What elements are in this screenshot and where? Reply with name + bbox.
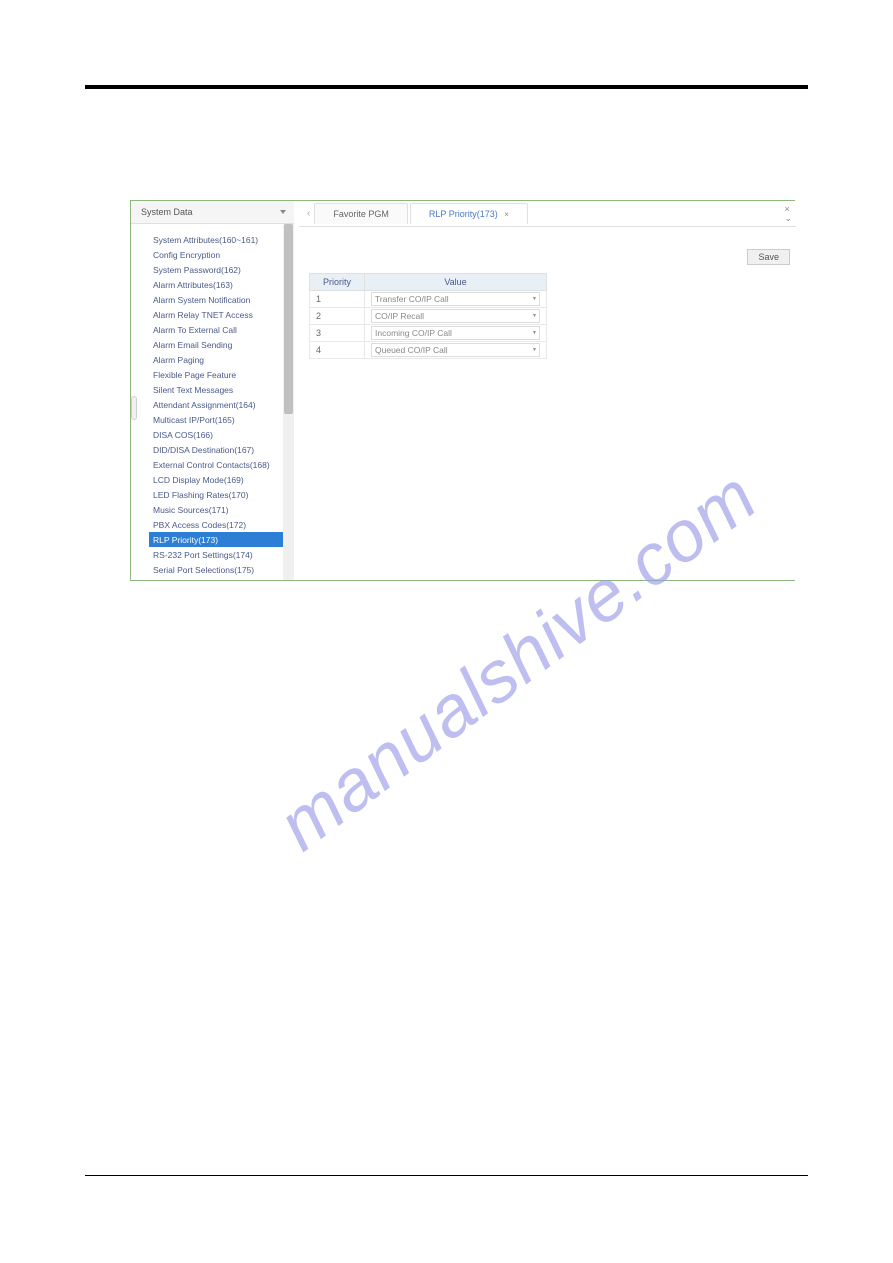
close-icon[interactable]: × [500, 210, 509, 219]
sidebar-list: System Attributes(160~161) Config Encryp… [131, 224, 294, 580]
value-select[interactable]: Queued CO/IP Call [371, 343, 540, 357]
tab-label: Favorite PGM [333, 209, 389, 219]
sidebar-item-alarm-system-notification[interactable]: Alarm System Notification [149, 292, 294, 307]
tab-dropdown-icon[interactable]: ⌄ [784, 214, 792, 223]
main-panel: ‹ Favorite PGM RLP Priority(173) × × ⌄ S… [299, 201, 796, 580]
page-bottom-rule [85, 1175, 808, 1176]
tab-bar: ‹ Favorite PGM RLP Priority(173) × × ⌄ [299, 201, 796, 227]
col-priority: Priority [310, 274, 365, 291]
table-row: 1 Transfer CO/IP Call [310, 291, 547, 308]
table-row: 2 CO/IP Recall [310, 308, 547, 325]
save-button[interactable]: Save [747, 249, 790, 265]
cell-priority: 3 [310, 325, 365, 342]
sidebar-scrollbar-track[interactable] [283, 224, 294, 580]
page-top-rule [85, 85, 808, 89]
sidebar-item-system-password[interactable]: System Password(162) [149, 262, 294, 277]
sidebar-item-alarm-relay-tnet[interactable]: Alarm Relay TNET Access [149, 307, 294, 322]
sidebar: System Data System Attributes(160~161) C… [131, 201, 294, 580]
sidebar-item-music-sources[interactable]: Music Sources(171) [149, 502, 294, 517]
table-row: 4 Queued CO/IP Call [310, 342, 547, 359]
tab-controls: × ⌄ [784, 205, 792, 223]
sidebar-item-config-encryption[interactable]: Config Encryption [149, 247, 294, 262]
sidebar-item-flexible-page[interactable]: Flexible Page Feature [149, 367, 294, 382]
value-select[interactable]: CO/IP Recall [371, 309, 540, 323]
sidebar-title: System Data [141, 207, 193, 217]
sidebar-collapse-handle[interactable] [131, 396, 137, 420]
priority-table: Priority Value 1 Transfer CO/IP Call 2 C… [309, 273, 547, 359]
sidebar-item-multicast-ip-port[interactable]: Multicast IP/Port(165) [149, 412, 294, 427]
sidebar-item-pbx-access-codes[interactable]: PBX Access Codes(172) [149, 517, 294, 532]
tab-label: RLP Priority(173) [429, 209, 498, 219]
cell-priority: 2 [310, 308, 365, 325]
sidebar-item-serial-port-selections[interactable]: Serial Port Selections(175) [149, 562, 294, 577]
sidebar-item-rlp-priority[interactable]: RLP Priority(173) [149, 532, 294, 547]
sidebar-item-alarm-paging[interactable]: Alarm Paging [149, 352, 294, 367]
sidebar-item-external-control-contacts[interactable]: External Control Contacts(168) [149, 457, 294, 472]
cell-priority: 1 [310, 291, 365, 308]
col-value: Value [365, 274, 547, 291]
tab-favorite-pgm[interactable]: Favorite PGM [314, 203, 408, 224]
sidebar-item-alarm-email-sending[interactable]: Alarm Email Sending [149, 337, 294, 352]
value-select[interactable]: Incoming CO/IP Call [371, 326, 540, 340]
cell-priority: 4 [310, 342, 365, 359]
tab-rlp-priority[interactable]: RLP Priority(173) × [410, 203, 528, 224]
sidebar-item-rs232-port-settings[interactable]: RS-232 Port Settings(174) [149, 547, 294, 562]
sidebar-item-alarm-attributes[interactable]: Alarm Attributes(163) [149, 277, 294, 292]
sidebar-item-disa-cos[interactable]: DISA COS(166) [149, 427, 294, 442]
value-select[interactable]: Transfer CO/IP Call [371, 292, 540, 306]
sidebar-item-alarm-external-call[interactable]: Alarm To External Call [149, 322, 294, 337]
app-window: System Data System Attributes(160~161) C… [130, 200, 795, 581]
table-row: 3 Incoming CO/IP Call [310, 325, 547, 342]
sidebar-item-silent-text-messages[interactable]: Silent Text Messages [149, 382, 294, 397]
sidebar-scrollbar-thumb[interactable] [284, 224, 293, 414]
sidebar-item-pulse-dial-ratio[interactable]: Pulse Dial (Break/Make) Ratio(176) [149, 577, 294, 580]
sidebar-item-lcd-display-mode[interactable]: LCD Display Mode(169) [149, 472, 294, 487]
sidebar-item-did-disa-destination[interactable]: DID/DISA Destination(167) [149, 442, 294, 457]
sidebar-header[interactable]: System Data [131, 201, 294, 224]
sidebar-item-led-flashing-rates[interactable]: LED Flashing Rates(170) [149, 487, 294, 502]
sidebar-item-attendant-assignment[interactable]: Attendant Assignment(164) [149, 397, 294, 412]
tab-scroll-left-icon[interactable]: ‹ [303, 208, 314, 219]
sidebar-item-system-attributes[interactable]: System Attributes(160~161) [149, 232, 294, 247]
table-header-row: Priority Value [310, 274, 547, 291]
content-area: Save Priority Value 1 Transfer CO/IP Cal… [299, 227, 796, 373]
